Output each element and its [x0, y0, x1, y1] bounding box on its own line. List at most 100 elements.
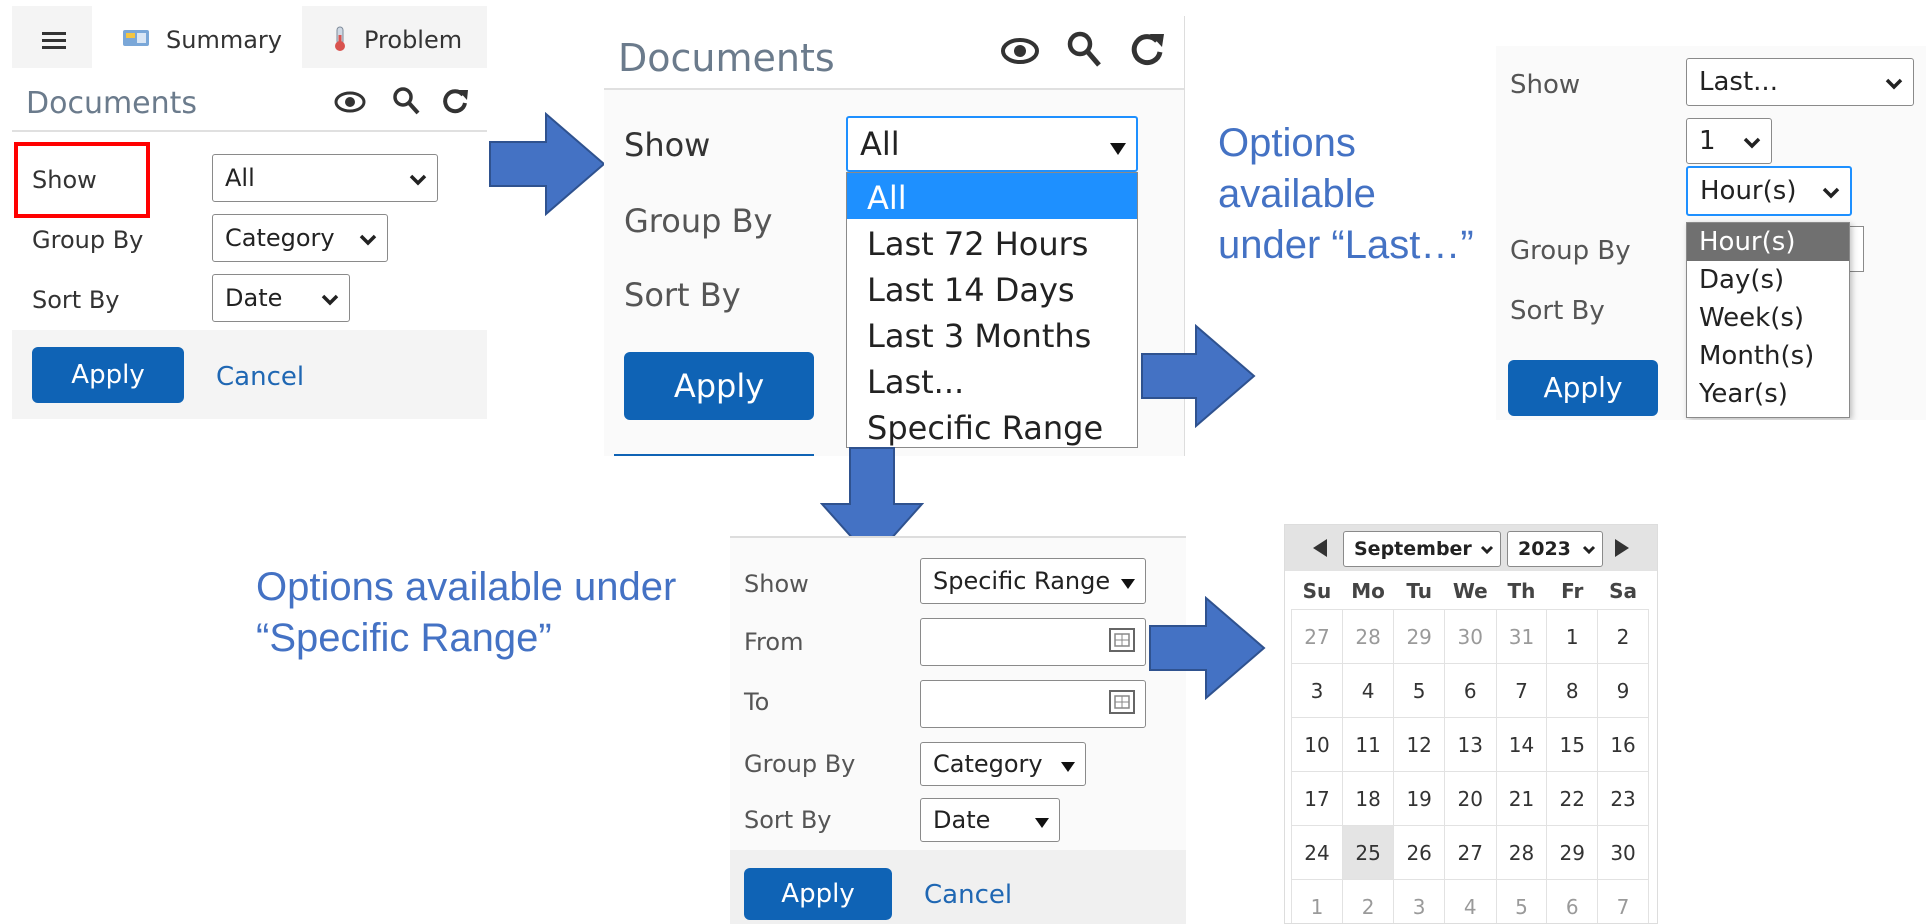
cancel-link[interactable]: Cancel: [924, 880, 1012, 910]
calendar-day[interactable]: 5: [1394, 664, 1445, 718]
calendar-day[interactable]: 29: [1547, 826, 1598, 880]
option-weeks[interactable]: Week(s): [1687, 299, 1849, 337]
calendar-day[interactable]: 27: [1445, 826, 1497, 880]
sort-by-select[interactable]: Date: [920, 798, 1060, 842]
show-label: Show: [1510, 70, 1580, 100]
show-select[interactable]: All: [212, 154, 438, 202]
specific-range-panel: Show Specific Range From To Group By Cat…: [730, 536, 1186, 924]
apply-button[interactable]: Apply: [624, 352, 814, 420]
calendar-day[interactable]: 2: [1598, 610, 1649, 664]
apply-button[interactable]: Apply: [32, 347, 184, 403]
weekday-header: Th: [1496, 573, 1547, 610]
calendar-day[interactable]: 17: [1292, 772, 1343, 826]
tab-problem-label: Problem: [364, 26, 462, 54]
eye-icon[interactable]: [1000, 36, 1040, 70]
group-by-select[interactable]: Category: [920, 742, 1086, 786]
calendar-day[interactable]: 25: [1342, 826, 1393, 880]
calendar-day[interactable]: 13: [1445, 718, 1497, 772]
group-by-select[interactable]: Category: [212, 214, 388, 262]
chevron-down-icon: [409, 164, 427, 192]
option-specific-range[interactable]: Specific Range: [847, 403, 1137, 449]
caret-down-icon: [1035, 806, 1049, 834]
option-months[interactable]: Month(s): [1687, 337, 1849, 375]
option-last-14-days[interactable]: Last 14 Days: [847, 265, 1137, 311]
next-month-icon[interactable]: [1615, 539, 1629, 561]
calendar-day[interactable]: 18: [1342, 772, 1393, 826]
calendar-day[interactable]: 5: [1496, 880, 1547, 924]
calendar-day[interactable]: 1: [1547, 610, 1598, 664]
calendar-day[interactable]: 7: [1598, 880, 1649, 924]
calendar-day[interactable]: 30: [1445, 610, 1497, 664]
option-all[interactable]: All: [847, 173, 1137, 219]
calendar-day[interactable]: 29: [1394, 610, 1445, 664]
calendar-day[interactable]: 24: [1292, 826, 1343, 880]
refresh-icon[interactable]: [1128, 30, 1166, 72]
calendar-day[interactable]: 15: [1547, 718, 1598, 772]
tab-problem[interactable]: Problem: [310, 6, 487, 68]
option-last-3-months[interactable]: Last 3 Months: [847, 311, 1137, 357]
calendar-icon[interactable]: [1109, 690, 1135, 718]
search-icon[interactable]: [1066, 30, 1102, 72]
month-select[interactable]: September: [1343, 531, 1501, 567]
calendar-day[interactable]: 26: [1394, 826, 1445, 880]
option-last-72-hours[interactable]: Last 72 Hours: [847, 219, 1137, 265]
calendar-day[interactable]: 14: [1496, 718, 1547, 772]
show-select[interactable]: Last...: [1686, 58, 1914, 106]
calendar-day[interactable]: 8: [1547, 664, 1598, 718]
show-select[interactable]: Specific Range: [920, 558, 1146, 604]
calendar-day[interactable]: 31: [1496, 610, 1547, 664]
calendar-day[interactable]: 4: [1342, 664, 1393, 718]
calendar-day[interactable]: 9: [1598, 664, 1649, 718]
year-select[interactable]: 2023: [1507, 531, 1603, 567]
calendar-day[interactable]: 6: [1445, 664, 1497, 718]
option-years[interactable]: Year(s): [1687, 375, 1849, 413]
unit-select[interactable]: Hour(s): [1686, 166, 1852, 216]
search-icon[interactable]: [392, 86, 420, 120]
apply-button[interactable]: Apply: [744, 868, 892, 920]
sort-by-select[interactable]: Date: [212, 274, 350, 322]
calendar-day[interactable]: 28: [1496, 826, 1547, 880]
cancel-link[interactable]: Cancel: [216, 362, 304, 392]
group-by-label: Group By: [624, 202, 772, 240]
prev-month-icon[interactable]: [1313, 539, 1327, 561]
hamburger-icon[interactable]: [42, 32, 66, 48]
calendar-day[interactable]: 1: [1292, 880, 1343, 924]
calendar-day[interactable]: 11: [1342, 718, 1393, 772]
option-days[interactable]: Day(s): [1687, 261, 1849, 299]
calendar-day[interactable]: 20: [1445, 772, 1497, 826]
calendar-day[interactable]: 22: [1547, 772, 1598, 826]
calendar-day[interactable]: 7: [1496, 664, 1547, 718]
tab-summary[interactable]: Summary: [92, 6, 302, 68]
unit-options-menu: Hour(s) Day(s) Week(s) Month(s) Year(s): [1686, 222, 1850, 418]
page-title: Documents: [618, 36, 835, 80]
calendar-day[interactable]: 12: [1394, 718, 1445, 772]
refresh-icon[interactable]: [440, 86, 470, 120]
calendar-day[interactable]: 27: [1292, 610, 1343, 664]
calendar-icon[interactable]: [1109, 628, 1135, 656]
calendar-day[interactable]: 30: [1598, 826, 1649, 880]
option-last[interactable]: Last...: [847, 357, 1137, 403]
calendar-day[interactable]: 3: [1292, 664, 1343, 718]
calendar-day[interactable]: 16: [1598, 718, 1649, 772]
eye-icon[interactable]: [334, 90, 366, 118]
apply-button[interactable]: Apply: [1508, 360, 1658, 416]
calendar-day[interactable]: 23: [1598, 772, 1649, 826]
show-label: Show: [32, 166, 97, 194]
calendar-day[interactable]: 28: [1342, 610, 1393, 664]
calendar-day[interactable]: 21: [1496, 772, 1547, 826]
calendar-day[interactable]: 2: [1342, 880, 1393, 924]
from-date-input[interactable]: [920, 618, 1146, 666]
show-select[interactable]: All: [846, 116, 1138, 172]
calendar-day[interactable]: 3: [1394, 880, 1445, 924]
to-date-input[interactable]: [920, 680, 1146, 728]
calendar-day[interactable]: 19: [1394, 772, 1445, 826]
header-divider: [12, 130, 487, 132]
count-select[interactable]: 1: [1686, 118, 1772, 164]
weekday-header: Fr: [1547, 573, 1598, 610]
calendar-day[interactable]: 6: [1547, 880, 1598, 924]
chevron-down-icon: [1743, 126, 1761, 156]
option-hours[interactable]: Hour(s): [1687, 223, 1849, 261]
sort-by-label: Sort By: [744, 806, 832, 834]
calendar-day[interactable]: 4: [1445, 880, 1497, 924]
calendar-day[interactable]: 10: [1292, 718, 1343, 772]
